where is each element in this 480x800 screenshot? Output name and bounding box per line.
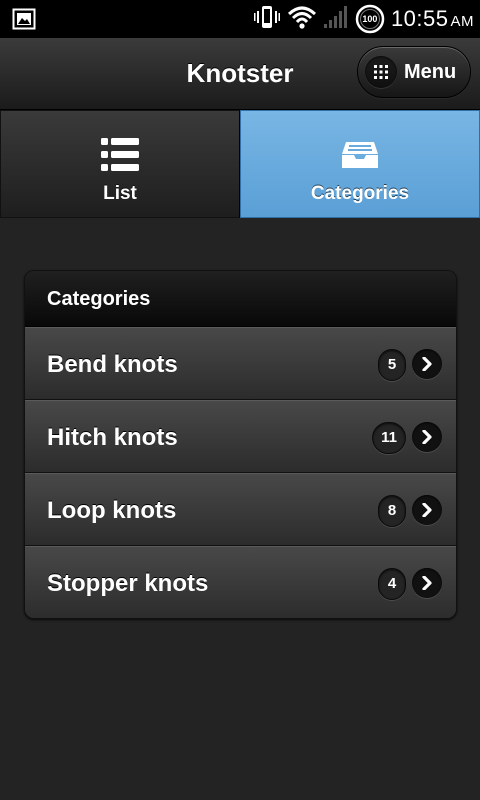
status-bar: 100 10:55 AM <box>0 0 480 38</box>
signal-icon <box>323 4 349 35</box>
list-icon <box>101 137 139 173</box>
chevron-right-icon <box>412 349 442 379</box>
app-header: Knotster Menu <box>0 38 480 110</box>
list-item-bend-knots[interactable]: Bend knots 5 <box>25 327 456 400</box>
menu-label: Menu <box>404 61 457 83</box>
grid-icon <box>365 56 397 88</box>
chevron-right-icon <box>412 422 442 452</box>
tab-list-label: List <box>103 183 137 204</box>
vibrate-icon <box>253 3 281 36</box>
wifi-icon <box>287 4 317 35</box>
list-item-hitch-knots[interactable]: Hitch knots 11 <box>25 400 456 473</box>
chevron-right-icon <box>412 495 442 525</box>
status-time: 10:55 AM <box>391 6 474 32</box>
clock-time: 10:55 <box>390 6 449 31</box>
count-badge: 5 <box>378 349 406 381</box>
battery-level: 100 <box>362 14 378 24</box>
list-item-loop-knots[interactable]: Loop knots 8 <box>25 473 456 546</box>
count-badge: 11 <box>372 422 406 454</box>
list-item-stopper-knots[interactable]: Stopper knots 4 <box>25 546 456 618</box>
list-item-label: Hitch knots <box>47 424 178 451</box>
tab-bar: List Categories <box>0 110 480 218</box>
clock-ampm: AM <box>450 13 474 30</box>
image-icon <box>12 7 36 31</box>
menu-button[interactable]: Menu <box>357 46 471 98</box>
count-badge: 4 <box>378 568 406 600</box>
categories-list: Categories Bend knots 5 Hitch knots 11 L… <box>24 270 457 619</box>
tab-categories-label: Categories <box>310 183 410 204</box>
list-item-label: Stopper knots <box>47 570 209 597</box>
tab-list[interactable]: List <box>0 110 240 218</box>
categories-header: Categories <box>25 271 456 327</box>
tab-categories[interactable]: Categories <box>240 110 480 218</box>
inbox-icon <box>341 137 379 173</box>
count-badge: 8 <box>378 495 406 527</box>
battery-icon: 100 <box>355 4 385 34</box>
chevron-right-icon <box>412 568 442 598</box>
list-item-label: Bend knots <box>47 351 178 378</box>
list-item-label: Loop knots <box>47 497 177 524</box>
